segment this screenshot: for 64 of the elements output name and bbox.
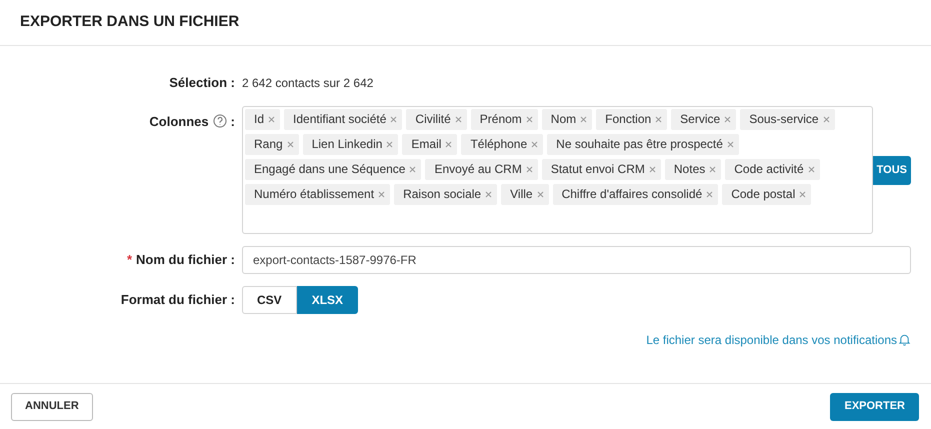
remove-icon[interactable] <box>390 116 398 122</box>
tag-label: Identifiant société <box>293 111 386 128</box>
tag-label: Id <box>254 111 264 128</box>
tag-label: Service <box>680 111 720 128</box>
columns-tag-field[interactable] <box>242 106 873 234</box>
colon: : <box>230 112 235 130</box>
field-label: Format du fichier : <box>120 290 235 309</box>
help-icon[interactable] <box>212 114 227 128</box>
remove-icon[interactable] <box>526 166 533 172</box>
remove-icon[interactable] <box>485 190 492 198</box>
tag-label: Téléphone <box>470 136 528 153</box>
remove-icon[interactable] <box>808 166 815 172</box>
remove-icon[interactable] <box>822 116 830 122</box>
remove-icon[interactable] <box>268 116 276 122</box>
remove-icon[interactable] <box>655 116 662 122</box>
field-label: Colonnes <box>149 112 209 130</box>
remove-icon[interactable] <box>536 190 544 198</box>
remove-icon[interactable] <box>286 140 294 148</box>
bell-icon <box>898 333 911 346</box>
tag-label: Civilité <box>415 111 451 128</box>
tag-label: Chiffre d'affaires consolidé <box>562 186 702 203</box>
tag-label: Numéro établissement <box>254 186 374 203</box>
remove-icon[interactable] <box>454 116 462 122</box>
cancel-button[interactable]: ANNULER <box>11 392 93 420</box>
export-button[interactable]: EXPORTER <box>830 392 919 420</box>
required-mark: * <box>126 250 132 269</box>
tag-label: Rang <box>254 136 283 153</box>
tag-label: Email <box>411 136 442 153</box>
tag-label: Statut envoi CRM <box>550 161 645 178</box>
format-toggle[interactable]: CSV <box>242 286 297 314</box>
remove-icon[interactable] <box>445 140 452 148</box>
tag-label: Ne souhaite pas être prospecté <box>556 136 723 153</box>
notice-link[interactable]: Le fichier sera disponible dans vos notifications <box>646 330 897 348</box>
tag-label: Lien Linkedin <box>312 136 382 153</box>
remove-icon[interactable] <box>386 140 394 148</box>
remove-icon[interactable] <box>726 140 734 148</box>
tag-label: Nom <box>550 111 576 128</box>
remove-icon[interactable] <box>378 190 386 198</box>
tag-label: Engagé dans une Séquence <box>254 161 406 178</box>
tag-label: Prénom <box>480 111 522 128</box>
tag-label: Code postal <box>731 186 796 203</box>
field-label: Sélection : <box>169 74 235 92</box>
select-all-button[interactable]: TOUS <box>872 156 911 184</box>
tag-label: Code activité <box>734 161 804 178</box>
remove-icon[interactable] <box>709 166 716 172</box>
tag-label: Notes <box>674 161 706 178</box>
remove-icon[interactable] <box>799 190 806 198</box>
tag-label: Ville <box>510 186 533 203</box>
tag-label: Envoyé au CRM <box>434 161 522 178</box>
selection-count: 2 642 contacts sur 2 642 <box>242 74 374 92</box>
remove-icon[interactable] <box>526 116 533 122</box>
tag-label: Sous-service <box>749 111 819 128</box>
dialog-title: EXPORTER DANS UN FICHIER <box>20 12 240 32</box>
format-toggle[interactable]: XLSX <box>296 286 358 314</box>
remove-icon[interactable] <box>648 166 656 172</box>
tag-label: Fonction <box>605 111 652 128</box>
field-label: Nom du fichier : <box>136 250 235 269</box>
remove-icon[interactable] <box>724 116 732 122</box>
remove-icon[interactable] <box>409 166 416 172</box>
file-name-field[interactable]: export-contacts-1587-9976-FR <box>242 246 911 274</box>
remove-icon[interactable] <box>531 140 538 148</box>
remove-icon[interactable] <box>580 116 588 122</box>
remove-icon[interactable] <box>706 190 714 198</box>
tag-label: Raison sociale <box>403 186 482 203</box>
